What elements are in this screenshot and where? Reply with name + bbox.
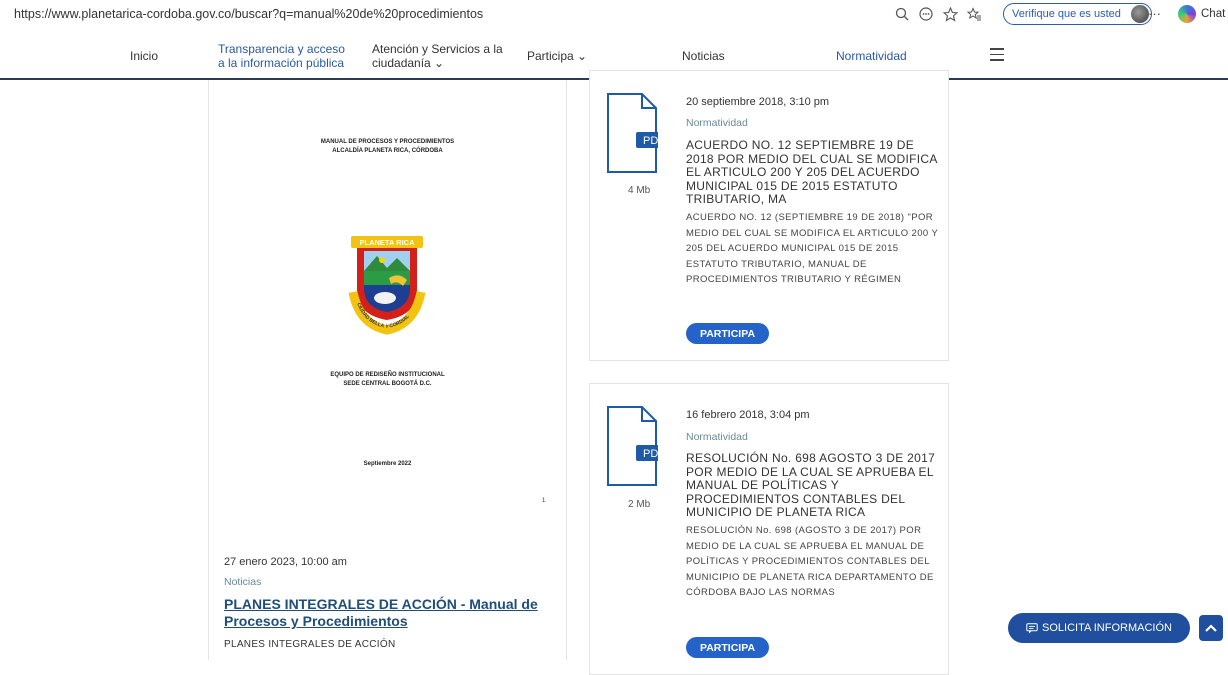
- result-date: 27 enero 2023, 10:00 am: [224, 556, 347, 568]
- file-size: 4 Mb: [628, 185, 651, 196]
- result-category: Noticias: [224, 576, 262, 588]
- browser-address-bar: https://www.planetarica-cordoba.gov.co/b…: [0, 0, 1228, 29]
- solicita-label: SOLICITA INFORMACIÓN: [1042, 622, 1172, 634]
- nav-transparencia-line1: Transparencia y acceso: [218, 42, 345, 56]
- chevron-up-icon: [1205, 624, 1217, 632]
- result-summary: ACUERDO NO. 12 (SEPTIEMBRE 19 DE 2018) "…: [686, 212, 939, 285]
- nav-transparencia[interactable]: Transparencia y acceso a la información …: [218, 42, 345, 70]
- result-card-resolucion: PDF 2 Mb 16 febrero 2018, 3:04 pm Normat…: [589, 383, 949, 675]
- browser-toolbar-icons: [893, 4, 983, 24]
- nav-participa[interactable]: Participa ⌄: [527, 49, 587, 63]
- nav-atencion[interactable]: Atención y Servicios a la ciudadanía ⌄: [372, 42, 503, 70]
- avatar: [1130, 5, 1149, 23]
- svg-text:PDF: PDF: [643, 135, 658, 147]
- result-title[interactable]: RESOLUCIÓN No. 698 AGOSTO 3 DE 2017 POR …: [686, 451, 938, 520]
- doc-date: Septiembre 2022: [363, 461, 412, 467]
- result-category: Normatividad: [686, 431, 748, 443]
- reader-icon[interactable]: [917, 5, 935, 23]
- hamburger-menu-icon[interactable]: [990, 48, 1004, 65]
- nav-transparencia-line2: a la información pública: [218, 56, 345, 70]
- result-card-acuerdo: PDF 4 Mb 20 septiembre 2018, 3:10 pm Nor…: [589, 70, 949, 361]
- verify-identity-button[interactable]: Verifique que es usted: [1003, 3, 1152, 25]
- scroll-to-top-button[interactable]: [1199, 615, 1223, 641]
- chat-label: Chat: [1201, 8, 1226, 20]
- nav-atencion-line1: Atención y Servicios a la: [372, 42, 503, 56]
- result-date: 16 febrero 2018, 3:04 pm: [686, 409, 810, 421]
- nav-noticias[interactable]: Noticias: [682, 49, 725, 63]
- doc-team-line2: SEDE CENTRAL BOGOTÁ D.C.: [343, 381, 432, 387]
- participa-button[interactable]: PARTICIPA: [686, 323, 770, 344]
- doc-title-line1: MANUAL DE PROCESOS Y PROCEDIMIENTOS: [320, 139, 455, 145]
- result-summary: PLANES INTEGRALES DE ACCIÓN: [224, 639, 396, 650]
- copilot-icon: [1178, 5, 1196, 23]
- result-title[interactable]: ACUERDO NO. 12 SEPTIEMBRE 19 DE 2018 POR…: [686, 138, 938, 207]
- favorites-icon[interactable]: [965, 5, 983, 23]
- municipal-shield-logo: PLANETA RICA CIUDAD BELLA Y CORDIAL: [348, 236, 426, 335]
- nav-atencion-line2: ciudadanía ⌄: [372, 56, 445, 70]
- doc-team-line1: EQUIPO DE REDISEÑO INSTITUCIONAL: [330, 372, 445, 378]
- doc-title-line2: ALCALDÍA PLANETA RICA, CÓRDOBA: [332, 148, 443, 154]
- chat-button[interactable]: Chat: [1178, 5, 1225, 23]
- svg-text:PLANETA RICA: PLANETA RICA: [360, 238, 416, 247]
- result-title-link[interactable]: PLANES INTEGRALES DE ACCIÓN - Manual de …: [224, 596, 559, 630]
- url-field[interactable]: https://www.planetarica-cordoba.gov.co/b…: [14, 7, 483, 21]
- more-icon[interactable]: ···: [1148, 6, 1161, 21]
- solicita-informacion-button[interactable]: SOLICITA INFORMACIÓN: [1008, 613, 1190, 643]
- result-summary: RESOLUCIÓN No. 698 (AGOSTO 3 DE 2017) PO…: [686, 525, 934, 598]
- nav-normatividad[interactable]: Normatividad: [836, 49, 907, 63]
- doc-page-number: 1: [542, 498, 546, 504]
- participa-button[interactable]: PARTICIPA: [686, 637, 770, 658]
- star-icon[interactable]: [941, 5, 959, 23]
- pdf-file-icon[interactable]: PDF: [606, 406, 658, 486]
- message-icon: [1026, 622, 1038, 633]
- search-icon[interactable]: [893, 5, 911, 23]
- pdf-file-icon[interactable]: PDF: [606, 93, 658, 173]
- result-category: Normatividad: [686, 117, 748, 129]
- result-card-noticia: MANUAL DE PROCESOS Y PROCEDIMIENTOS ALCA…: [208, 80, 567, 660]
- result-date: 20 septiembre 2018, 3:10 pm: [686, 96, 830, 108]
- file-size: 2 Mb: [628, 499, 651, 510]
- svg-text:PDF: PDF: [643, 448, 658, 460]
- verify-label: Verifique que es usted: [1012, 8, 1121, 20]
- nav-inicio[interactable]: Inicio: [130, 49, 158, 63]
